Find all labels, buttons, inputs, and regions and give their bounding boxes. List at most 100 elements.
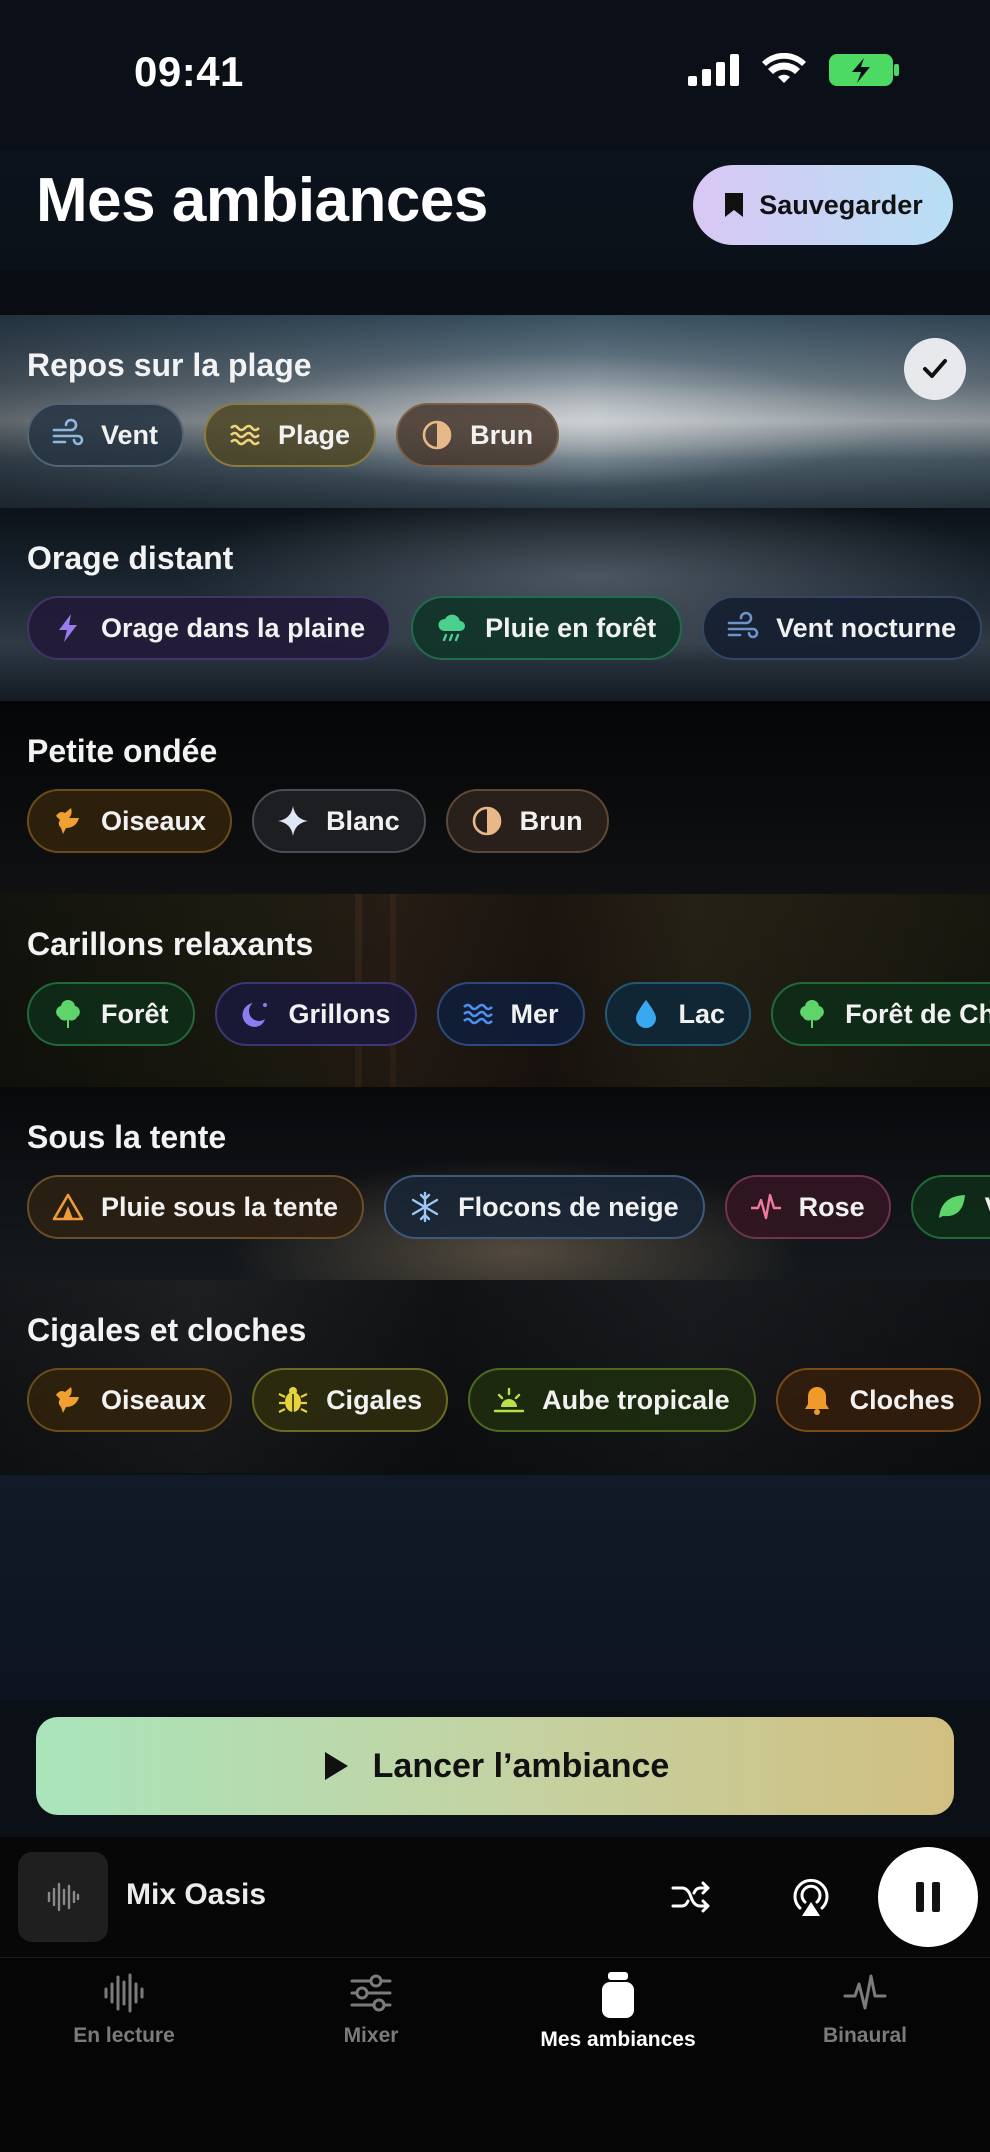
tag-label: Ve [985, 1192, 990, 1223]
tree-icon [800, 999, 824, 1028]
checkmark-icon [923, 359, 947, 378]
airplay-button[interactable] [786, 1872, 836, 1922]
ambiance-card-5[interactable]: Sous la tente Pluie sous la tente Flocon… [0, 1087, 990, 1280]
beach-waves-icon [230, 424, 260, 446]
sunrise-icon [493, 1387, 525, 1413]
ambiance-card-3[interactable]: Petite ondée Oiseaux Blanc Brun [0, 701, 990, 894]
rain-cloud-icon [438, 614, 466, 642]
tag-label: Orage dans la plaine [101, 612, 366, 643]
tag-label: Brun [470, 419, 534, 450]
tab-label: Binaural [822, 2024, 908, 2047]
tag-label: Vent nocturne [776, 612, 957, 643]
ambiance-card-4[interactable]: Carillons relaxants Forêt Grillons Mer L… [0, 894, 990, 1087]
ambiance-title: Repos sur la plage [27, 347, 312, 383]
section-divider [0, 270, 990, 315]
tag-label: Plage [278, 419, 351, 450]
wifi-icon [762, 53, 806, 83]
pause-button[interactable] [878, 1847, 978, 1947]
player-artwork[interactable] [18, 1852, 108, 1942]
tag-chip[interactable]: Vent [27, 403, 185, 467]
tag-label: Blanc [326, 805, 400, 836]
lightning-icon [59, 614, 77, 642]
tag-chip[interactable]: Plage [204, 403, 377, 467]
play-icon [324, 1752, 348, 1780]
tag-chip[interactable]: Lac [604, 982, 752, 1046]
tag-list: Forêt Grillons Mer Lac Forêt de Chil [27, 982, 990, 1046]
tag-label: Cloches [849, 1384, 955, 1415]
ambiance-title: Petite ondée [27, 733, 218, 769]
tab-label: Mes ambiances [540, 2028, 696, 2051]
tag-chip[interactable]: Oiseaux [27, 1368, 233, 1432]
bug-icon [278, 1387, 308, 1413]
tag-chip[interactable]: Cigales [252, 1368, 449, 1432]
bell-icon [804, 1387, 829, 1415]
drop-icon [635, 1000, 656, 1028]
tag-chip[interactable]: Mer [436, 982, 585, 1046]
sparkle-icon [278, 806, 309, 836]
tag-chip[interactable]: Brun [445, 789, 609, 853]
tag-chip[interactable]: Pluie sous la tente [27, 1175, 365, 1239]
launch-label: Lancer l’ambiance [372, 1746, 670, 1785]
tab-label: En lecture [73, 2024, 175, 2047]
leaf-icon [938, 1195, 965, 1218]
status-time: 09:41 [134, 48, 244, 95]
ambiance-card-2[interactable]: Orage distant Orage dans la plaine Pluie… [0, 508, 990, 701]
tab-en-lecture[interactable]: En lecture [14, 1970, 234, 2048]
save-button-label: Sauvegarder [759, 189, 923, 220]
status-bar: 09:41 [0, 0, 990, 150]
tag-label: Cigales [326, 1384, 423, 1415]
launch-ambiance-button[interactable]: Lancer l’ambiance [36, 1717, 954, 1815]
save-button[interactable]: Sauvegarder [693, 165, 953, 245]
ambiance-card-1[interactable]: Repos sur la plage Vent Plage Brun [0, 315, 990, 508]
signal-icon [688, 54, 739, 86]
tab-binaural[interactable]: Binaural [755, 1970, 975, 2048]
tag-chip[interactable]: Pluie en forêt [411, 596, 683, 660]
wind-icon [727, 611, 759, 639]
tag-label: Pluie en forêt [485, 612, 657, 643]
tag-chip[interactable]: Blanc [252, 789, 426, 853]
wind-icon [52, 418, 84, 446]
tag-chip[interactable]: Rose [724, 1175, 891, 1239]
tag-list: Orage dans la plaine Pluie en forêt Vent… [27, 596, 983, 660]
tag-chip[interactable]: Orage dans la plaine [27, 596, 392, 660]
tag-label: Pluie sous la tente [101, 1191, 339, 1222]
selected-check-badge[interactable] [904, 338, 966, 400]
bird-icon [56, 808, 79, 834]
ambiance-title: Cigales et cloches [27, 1312, 307, 1348]
bird-icon [56, 1387, 79, 1413]
tag-label: Forêt [101, 998, 169, 1029]
waves-icon [462, 1003, 493, 1025]
tree-icon [56, 999, 80, 1028]
tag-chip[interactable]: Grillons [214, 982, 417, 1046]
tag-chip[interactable]: Forêt de Chil [771, 982, 990, 1046]
ambiance-title: Orage distant [27, 540, 234, 576]
tag-chip[interactable]: Flocons de neige [384, 1175, 705, 1239]
tag-label: Rose [798, 1191, 865, 1222]
tag-list: Oiseaux Cigales Aube tropicale Cloches [27, 1368, 981, 1432]
tag-chip[interactable]: Aube tropicale [468, 1368, 756, 1432]
tag-chip[interactable]: Forêt [27, 982, 195, 1046]
tag-chip[interactable]: Brun [396, 403, 560, 467]
tab-mes-ambiances[interactable]: Mes ambiances [508, 1970, 728, 2052]
tab-label: Mixer [343, 2024, 399, 2047]
tag-chip[interactable]: Oiseaux [27, 789, 233, 853]
tag-label: Vent [101, 419, 159, 450]
waveform-icon [104, 1973, 144, 2013]
tag-label: Flocons de neige [458, 1191, 679, 1222]
ambiance-card-6[interactable]: Cigales et cloches Oiseaux Cigales Aube … [0, 1280, 990, 1473]
tag-label: Forêt de Chil [845, 998, 990, 1029]
tab-mixer[interactable]: Mixer [261, 1970, 481, 2048]
content-spacer [0, 1475, 990, 1700]
tag-chip[interactable]: Ve [910, 1175, 990, 1239]
airplay-icon [793, 1878, 829, 1916]
tag-chip[interactable]: Cloches [775, 1368, 981, 1432]
tag-label: Lac [678, 998, 726, 1029]
tag-label: Oiseaux [101, 805, 207, 836]
snowflake-icon [411, 1191, 439, 1223]
shuffle-button[interactable] [668, 1874, 714, 1920]
tag-label: Aube tropicale [542, 1384, 730, 1415]
tag-label: Mer [510, 998, 559, 1029]
tag-chip[interactable]: Vent nocturne [702, 596, 983, 660]
shuffle-icon [671, 1881, 710, 1913]
waveform-icon [47, 1882, 80, 1912]
